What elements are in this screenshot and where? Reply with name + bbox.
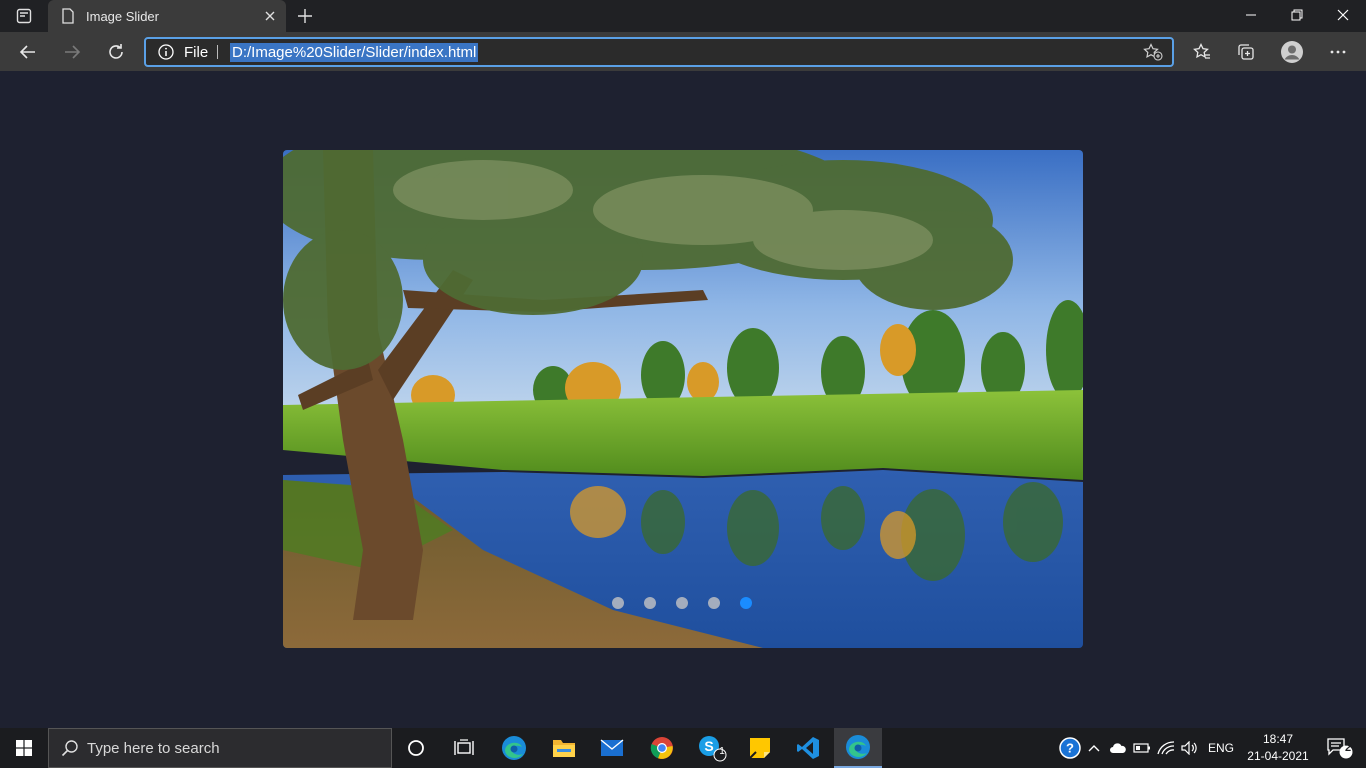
volume-button[interactable] (1178, 728, 1202, 768)
tab-title: Image Slider (86, 8, 159, 24)
taskbar: S 1 ? ENG 18:47 21-04-2021 (0, 728, 1366, 768)
refresh-icon (109, 44, 123, 59)
add-favorite-button[interactable] (1142, 42, 1164, 62)
info-icon (158, 44, 174, 60)
speaker-icon (1181, 741, 1197, 755)
chevron-up-icon (1088, 745, 1100, 752)
clock-time: 18:47 (1262, 732, 1294, 746)
battery-button[interactable] (1130, 728, 1154, 768)
close-icon (265, 11, 275, 21)
vscode-button[interactable] (784, 728, 832, 768)
file-explorer-button[interactable] (540, 728, 588, 768)
start-button[interactable] (0, 728, 48, 768)
restore-button[interactable] (1274, 0, 1320, 30)
tab-strip: Image Slider (0, 0, 1366, 32)
taskbar-search[interactable] (48, 728, 392, 768)
close-tab-button[interactable] (258, 4, 282, 28)
address-bar[interactable]: File D:/Image%20Slider/Slider/index.html (144, 37, 1174, 67)
slider-dot[interactable] (612, 597, 624, 609)
system-tray: ? ENG (1058, 728, 1234, 768)
cortana-icon (408, 740, 424, 756)
edge-active-button[interactable] (834, 728, 882, 768)
site-info-button[interactable]: File (158, 43, 208, 61)
settings-more-button[interactable] (1322, 36, 1354, 68)
slider-dot[interactable] (708, 597, 720, 609)
edge-app-button[interactable] (490, 728, 538, 768)
chrome-icon (650, 737, 673, 759)
minimize-icon (1246, 14, 1256, 16)
clock[interactable]: 18:47 21-04-2021 (1240, 731, 1316, 765)
collections-icon (1238, 44, 1254, 60)
tab-actions-button[interactable] (10, 6, 38, 26)
sticky-notes-button[interactable] (736, 728, 784, 768)
forward-button[interactable] (56, 36, 88, 68)
minimize-button[interactable] (1228, 0, 1274, 30)
page-content (0, 71, 1366, 728)
collections-button[interactable] (1230, 36, 1262, 68)
browser-tab[interactable]: Image Slider (48, 0, 286, 32)
svg-text:?: ? (1066, 741, 1074, 756)
page-icon (60, 8, 76, 24)
notification-count: 2 (1344, 742, 1352, 754)
sticky-notes-icon (749, 738, 770, 759)
show-hidden-icons-button[interactable] (1082, 728, 1106, 768)
profile-button[interactable] (1276, 36, 1308, 68)
search-icon (61, 739, 79, 757)
windows-logo-icon (16, 740, 32, 756)
mail-button[interactable] (588, 728, 636, 768)
plus-icon (298, 9, 312, 23)
file-explorer-icon (553, 740, 575, 757)
vscode-icon (797, 737, 819, 759)
clock-date: 21-04-2021 (1247, 749, 1309, 763)
slider-pagination (612, 597, 752, 609)
slider-dot[interactable] (676, 597, 688, 609)
skype-badge: 1 (719, 746, 725, 757)
help-button[interactable]: ? (1058, 728, 1082, 768)
network-button[interactable] (1154, 728, 1178, 768)
task-view-icon (454, 739, 474, 755)
chrome-button[interactable] (638, 728, 686, 768)
slider-dot[interactable] (644, 597, 656, 609)
tab-actions-icon (16, 8, 32, 24)
search-input[interactable] (87, 739, 387, 757)
more-icon (1330, 50, 1346, 54)
edge-active-icon (846, 735, 870, 759)
onedrive-button[interactable] (1106, 728, 1130, 768)
close-window-button[interactable] (1320, 0, 1366, 30)
svg-text:S: S (704, 738, 713, 754)
favorites-button[interactable] (1186, 36, 1218, 68)
arrow-right-icon (65, 45, 81, 59)
new-tab-button[interactable] (292, 4, 318, 28)
favorites-icon (1193, 43, 1210, 59)
language-indicator[interactable]: ENG (1208, 741, 1234, 755)
restore-icon (1291, 9, 1303, 21)
site-info-label: File (184, 43, 209, 61)
help-icon: ? (1059, 737, 1081, 759)
avatar-icon (1281, 41, 1303, 63)
slide-image (283, 150, 1083, 648)
battery-icon (1133, 743, 1150, 753)
url-text[interactable]: D:/Image%20Slider/Slider/index.html (230, 43, 479, 62)
task-view-button[interactable] (440, 728, 488, 768)
arrow-left-icon (19, 45, 35, 59)
star-add-icon (1143, 43, 1163, 61)
close-icon (1337, 9, 1349, 21)
image-slider (283, 150, 1083, 648)
address-divider (217, 45, 218, 59)
cloud-icon (1110, 743, 1126, 753)
mail-icon (600, 739, 624, 756)
edge-icon (502, 736, 526, 760)
wifi-icon (1157, 741, 1175, 755)
slider-dot[interactable] (740, 597, 752, 609)
cortana-button[interactable] (392, 728, 440, 768)
skype-button[interactable]: S 1 (688, 728, 736, 768)
action-center-button[interactable]: 2 (1318, 728, 1362, 768)
refresh-button[interactable] (100, 36, 132, 68)
back-button[interactable] (12, 36, 44, 68)
